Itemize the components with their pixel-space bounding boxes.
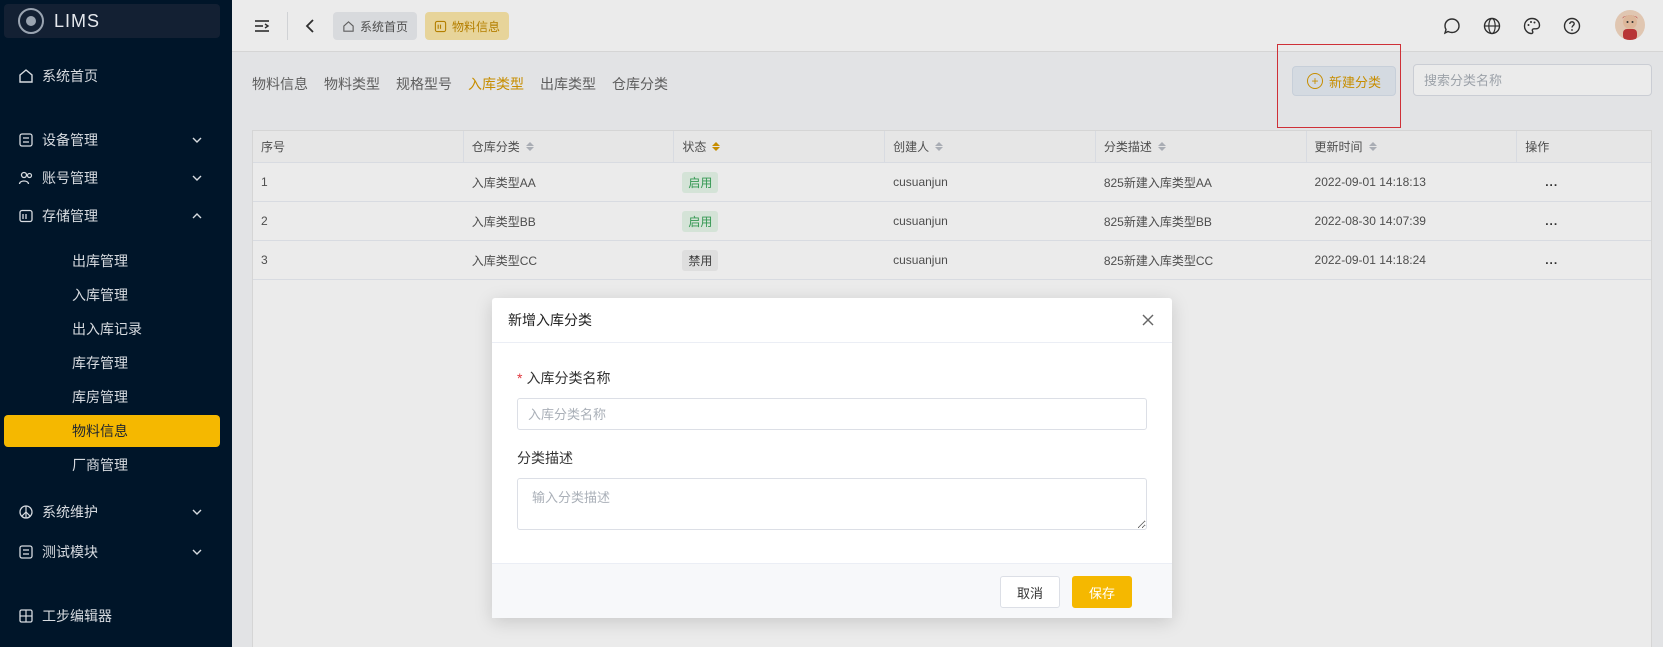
chevron-down-icon — [192, 549, 202, 555]
desc-field-label: 分类描述 — [517, 450, 573, 466]
chevron-down-icon — [192, 137, 202, 143]
sidebar-subitem-warehouse[interactable]: 库房管理 — [0, 381, 232, 413]
sidebar-subitem-inbound[interactable]: 入库管理 — [0, 279, 232, 311]
sidebar-item-maintenance[interactable]: 系统维护 — [0, 494, 232, 530]
home-icon — [18, 68, 34, 84]
sidebar-item-editor[interactable]: 工步编辑器 — [0, 598, 232, 634]
chevron-down-icon — [192, 509, 202, 515]
sidebar-item-label: 存储管理 — [42, 208, 98, 224]
modal-title: 新增入库分类 — [508, 312, 592, 328]
new-inbound-category-modal: 新增入库分类 *入库分类名称 分类描述 取消 保存 — [492, 298, 1172, 618]
chevron-down-icon — [192, 175, 202, 181]
test-module-icon — [18, 544, 34, 560]
sidebar-item-account[interactable]: 账号管理 — [0, 160, 232, 196]
sidebar-item-label: 设备管理 — [42, 132, 98, 148]
chevron-up-icon — [192, 213, 202, 219]
sidebar-item-label: 工步编辑器 — [42, 608, 112, 624]
sidebar-item-device[interactable]: 设备管理 — [0, 122, 232, 158]
storage-icon — [18, 208, 34, 224]
users-icon — [18, 170, 34, 186]
maintenance-icon — [18, 504, 34, 520]
editor-icon — [18, 608, 34, 624]
sidebar-subitem-inventory[interactable]: 库存管理 — [0, 347, 232, 379]
modal-header: 新增入库分类 — [492, 298, 1172, 343]
category-desc-textarea[interactable] — [517, 478, 1147, 530]
sidebar-item-label: 系统维护 — [42, 504, 98, 520]
sidebar-item-label: 系统首页 — [42, 68, 98, 84]
sidebar-subitem-outbound[interactable]: 出库管理 — [0, 245, 232, 277]
sidebar-item-storage[interactable]: 存储管理 — [0, 198, 232, 234]
logo-icon — [18, 8, 44, 34]
save-button[interactable]: 保存 — [1072, 576, 1132, 608]
sidebar-subitem-io-records[interactable]: 出入库记录 — [0, 313, 232, 345]
sidebar-item-label: 测试模块 — [42, 544, 98, 560]
sidebar-item-test-module[interactable]: 测试模块 — [0, 534, 232, 570]
name-label-text: 入库分类名称 — [526, 370, 611, 386]
sidebar-subitem-vendor[interactable]: 厂商管理 — [0, 449, 232, 481]
modal-footer: 取消 保存 — [492, 563, 1172, 618]
sidebar-subitem-material-info[interactable]: 物料信息 — [4, 415, 220, 447]
sidebar-item-label: 账号管理 — [42, 170, 98, 186]
name-field-label: * 入库分类名称 — [517, 368, 610, 388]
logo-text: LIMS — [54, 10, 101, 31]
device-icon — [18, 132, 34, 148]
sidebar-item-home[interactable]: 系统首页 — [0, 58, 232, 94]
category-name-input[interactable] — [517, 398, 1147, 430]
sidebar: LIMS 系统首页 设备管理 账号管理 存储管理 出库管理 入库管理 出入库记录… — [0, 0, 232, 647]
logo[interactable]: LIMS — [4, 4, 220, 38]
required-mark: * — [517, 370, 523, 386]
close-icon[interactable] — [1140, 312, 1156, 328]
cancel-button[interactable]: 取消 — [1000, 576, 1060, 608]
